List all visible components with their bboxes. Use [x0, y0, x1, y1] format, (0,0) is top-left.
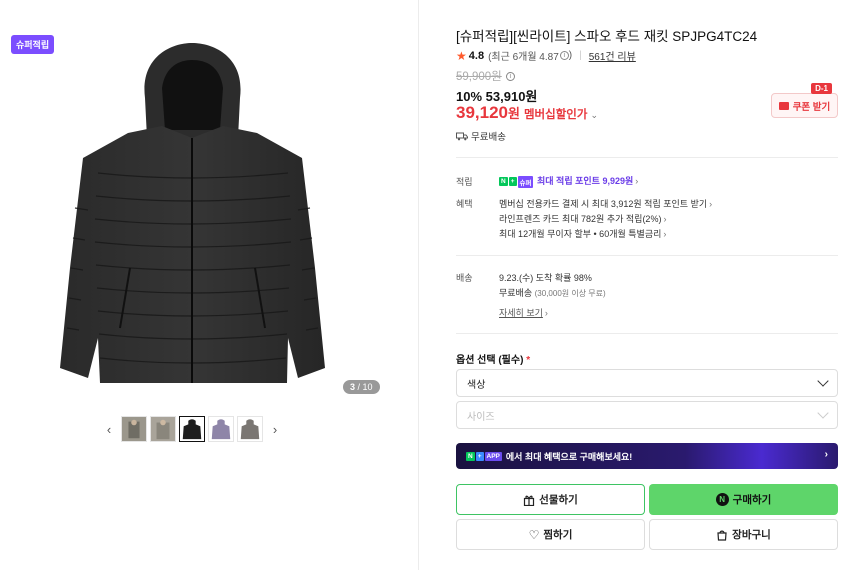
thumb-gray-jacket[interactable]: [237, 416, 263, 442]
rating-recent: (최근 6개월 4.87: [488, 52, 559, 63]
thumb-model-1[interactable]: [121, 416, 147, 442]
chevron-down-icon: [817, 407, 829, 419]
main-product-image[interactable]: [40, 38, 345, 393]
gift-button-label: 선물하기: [539, 494, 578, 506]
truck-icon: [456, 132, 468, 140]
chevron-down-icon[interactable]: ⌄: [590, 110, 598, 121]
wishlist-button-label: 찜하기: [543, 529, 573, 541]
cart-button-label: 장바구니: [732, 529, 771, 541]
app-badge: APP: [484, 451, 502, 461]
coupon-button-label: 쿠폰 받기: [792, 101, 831, 113]
shipping-more-link[interactable]: 자세히 보기 ›: [499, 306, 548, 319]
color-select-value: 색상: [467, 379, 486, 391]
super-badge-small: 슈퍼: [517, 175, 534, 188]
naver-n-badge: N: [499, 177, 508, 187]
member-price-row[interactable]: 39,120원 멤버십할인가 ⌄: [456, 103, 598, 123]
naver-n-badge: N: [466, 451, 475, 461]
thumb-black-jacket[interactable]: [179, 416, 205, 442]
separator: |: [579, 50, 582, 61]
member-price: 39,120원: [456, 103, 520, 122]
divider: [456, 157, 838, 158]
gift-button[interactable]: 선물하기: [456, 484, 645, 515]
option-title: 옵션 선택 (필수) *: [456, 355, 531, 366]
star-icon: ★: [456, 48, 467, 63]
product-gallery: 슈퍼적립 3 / 10 ‹ ›: [0, 0, 418, 570]
app-promo-banner[interactable]: N + APP 에서 최대 혜택으로 구매해보세요! ›: [456, 443, 838, 469]
size-select[interactable]: 사이즈: [456, 401, 838, 429]
buy-button[interactable]: N 구매하기: [649, 484, 838, 515]
chevron-right-icon: ›: [709, 199, 713, 209]
benefit-line-1[interactable]: 멤버십 전용카드 결제 시 최대 3,912원 적립 포인트 받기 ›: [499, 197, 712, 210]
chevron-right-icon: ›: [663, 229, 667, 239]
divider: [456, 333, 838, 334]
benefit-label: 혜택: [456, 199, 473, 209]
max-points-text: 최대 적립 포인트 9,929원: [536, 176, 634, 186]
chevron-down-icon: [817, 375, 829, 387]
rating-row: ★ 4.8 (최근 6개월 4.87 i ) | 561건 리뷰: [456, 48, 636, 64]
shipping-label: 배송: [456, 273, 473, 283]
benefit-line-2[interactable]: 라인프렌즈 카드 최대 782원 추가 적립(2%) ›: [499, 212, 666, 225]
app-banner-text: 에서 최대 혜택으로 구매해보세요!: [505, 451, 633, 462]
chevron-right-icon: ›: [824, 449, 828, 460]
plus-badge: +: [475, 451, 484, 461]
plus-badge: +: [508, 177, 517, 187]
coupon-area: D-1 쿠폰 받기: [771, 83, 838, 118]
cart-button[interactable]: 장바구니: [649, 519, 838, 550]
chevron-right-icon: ›: [544, 308, 548, 318]
discount-rate: 10%: [456, 89, 483, 104]
free-shipping-tag: 무료배송: [456, 129, 506, 143]
review-count-link[interactable]: 561건 리뷰: [589, 48, 636, 63]
shopping-bag-icon: [717, 530, 727, 541]
chevron-left-icon[interactable]: ‹: [100, 416, 118, 442]
product-title: [슈퍼적립][씬라이트] 스파오 후드 재킷 SPJPG4TC24: [456, 29, 758, 44]
chevron-right-icon[interactable]: ›: [266, 416, 284, 442]
chevron-right-icon: ›: [663, 214, 667, 224]
naver-pay-icon: N: [715, 493, 729, 506]
points-value[interactable]: N + 슈퍼 최대 적립 포인트 9,929원 ›: [499, 174, 638, 188]
column-divider: [418, 0, 419, 570]
rating-score: 4.8: [468, 49, 485, 62]
coupon-dday-badge: D-1: [811, 83, 832, 94]
rating-recent-close: ): [568, 50, 573, 61]
image-counter: 3 / 10: [343, 380, 380, 394]
original-price: 59,900원: [456, 71, 502, 83]
thumbnail-strip: ‹ ›: [100, 416, 284, 442]
gift-icon: [524, 495, 535, 506]
member-price-label: 멤버십할인가: [523, 109, 588, 121]
divider: [456, 255, 838, 256]
chevron-right-icon: ›: [635, 176, 639, 186]
thumb-purple-jacket[interactable]: [208, 416, 234, 442]
original-price-row: 59,900원 i: [456, 68, 515, 84]
info-icon[interactable]: i: [559, 51, 569, 60]
get-coupon-button[interactable]: 쿠폰 받기: [771, 93, 838, 118]
shipping-fee: 무료배송 (30,000원 이상 무료): [499, 288, 606, 298]
shipping-tag-label: 무료배송: [471, 132, 506, 143]
benefit-line-3[interactable]: 최대 12개월 무이자 할부 • 60개월 특별금리 ›: [499, 227, 666, 240]
price-info-icon[interactable]: i: [505, 71, 515, 81]
size-select-value: 사이즈: [467, 411, 495, 423]
delivery-eta: 9.23.(수) 도착 확률 98%: [499, 273, 592, 283]
buy-button-label: 구매하기: [732, 494, 772, 506]
coupon-icon: [778, 101, 789, 110]
color-select[interactable]: 색상: [456, 369, 838, 397]
thumb-model-2[interactable]: [150, 416, 176, 442]
sale-price: 53,910원: [485, 89, 538, 104]
wishlist-button[interactable]: ♡ 찜하기: [456, 519, 645, 550]
heart-icon: ♡: [528, 527, 540, 542]
points-label: 적립: [456, 177, 473, 187]
